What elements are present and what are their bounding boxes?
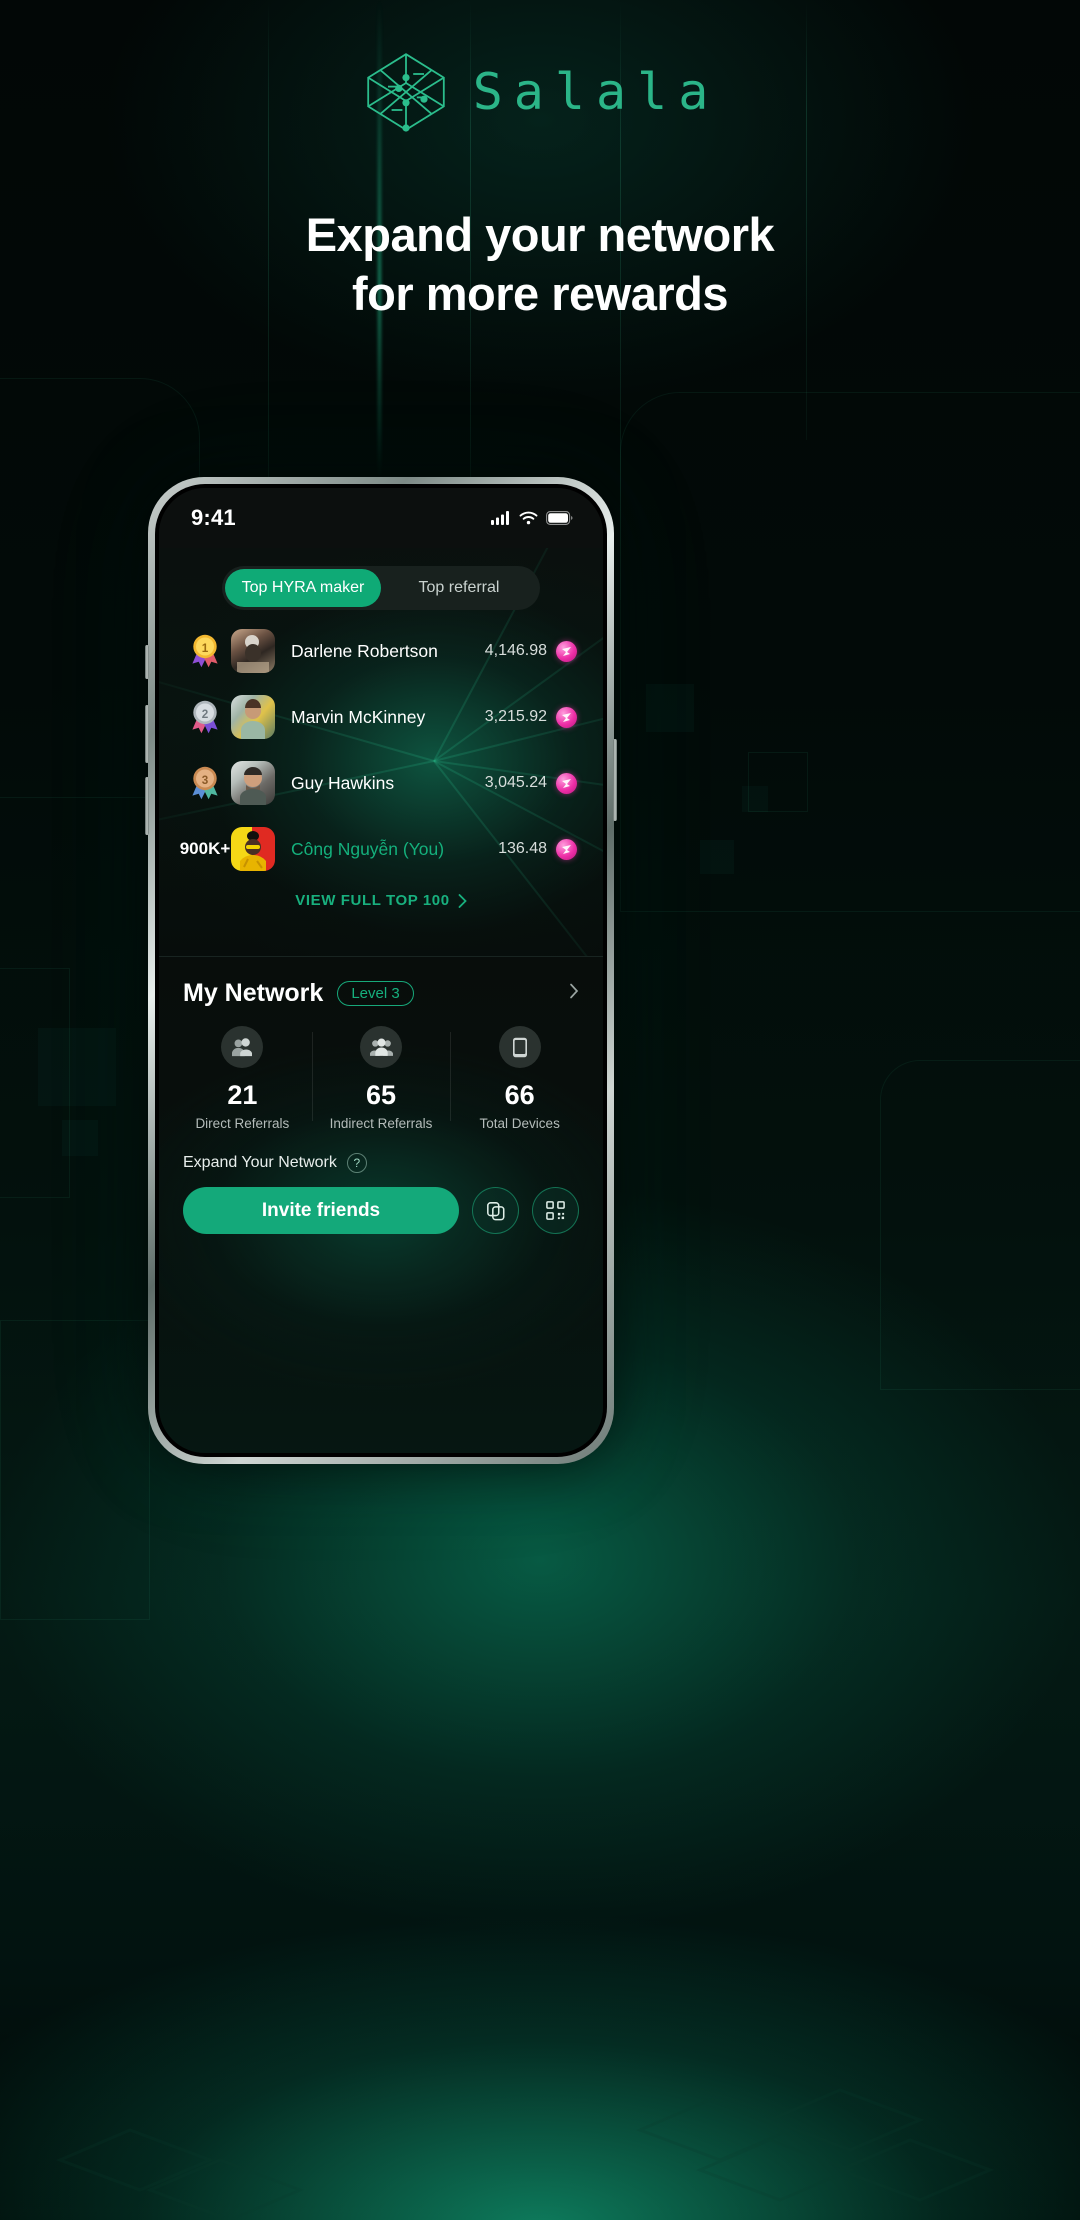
table-row[interactable]: 1 Darlene Robertson 4,146.98 xyxy=(159,618,603,684)
chevron-right-icon xyxy=(458,893,467,908)
promo-page: Salala Expand your network for more rewa… xyxy=(0,0,1080,2220)
leaderboard-tabs[interactable]: Top HYRA maker Top referral xyxy=(222,566,540,610)
bg-shape xyxy=(646,684,694,732)
avatar xyxy=(231,629,275,673)
rank-cell: 1 xyxy=(179,633,231,669)
table-row[interactable]: 3 Guy Hawkins 3,045.24 xyxy=(159,750,603,816)
bg-shape xyxy=(0,1320,150,1620)
bg-circuit-pattern xyxy=(55,2088,995,2220)
bg-shape xyxy=(748,752,808,812)
question-mark-icon[interactable]: ? xyxy=(346,1153,367,1173)
avatar xyxy=(231,761,275,805)
status-badge: Level 3 xyxy=(337,981,414,1006)
copy-link-button[interactable] xyxy=(472,1187,519,1234)
bg-shape xyxy=(700,840,734,874)
rank-cell: 3 xyxy=(179,765,231,801)
page-title: My Network xyxy=(183,979,324,1007)
phone-mockup: 9:41 Top HYRA maker Top referral 1 Darle… xyxy=(145,477,617,1464)
stat-total-devices[interactable]: 66 Total Devices xyxy=(450,1026,589,1131)
stat-label: Direct Referrals xyxy=(195,1116,290,1131)
two-people-icon xyxy=(221,1026,264,1068)
my-network-section: My Network Level 3 21 Direct Referrals 6… xyxy=(159,956,603,1453)
battery-full-icon xyxy=(546,511,573,525)
hyra-coin-icon xyxy=(556,706,577,728)
phone-button-volume-up xyxy=(145,705,149,763)
stat-value: 65 xyxy=(365,1080,397,1110)
player-name: Darlene Robertson xyxy=(291,640,438,661)
invite-actions-row: Invite friends xyxy=(159,1173,603,1234)
bg-shape xyxy=(880,1060,1080,1390)
stat-indirect-referrals[interactable]: 65 Indirect Referrals xyxy=(311,1026,451,1131)
stat-label: Indirect Referrals xyxy=(329,1116,433,1131)
expand-network-row: Expand Your Network ? xyxy=(159,1131,603,1173)
page-headline: Expand your network for more rewards xyxy=(0,206,1080,324)
rank-cell: 2 xyxy=(179,699,231,735)
tab-top-referral[interactable]: Top referral xyxy=(381,569,537,607)
table-row-you[interactable]: 900K+ Công Nguyễn (You) 136.48 xyxy=(159,816,603,882)
phone-button-power xyxy=(613,739,617,821)
rank-cell: 900K+ xyxy=(179,839,231,859)
bg-shape xyxy=(620,392,1080,912)
network-stats: 21 Direct Referrals 65 Indirect Referral… xyxy=(159,1026,603,1131)
device-phone-icon xyxy=(498,1026,541,1068)
brand-header: Salala xyxy=(0,46,1080,138)
player-score: 4,146.98 xyxy=(484,642,547,659)
hyra-coin-icon xyxy=(556,640,577,662)
headline-line-2: for more rewards xyxy=(352,266,728,320)
table-row[interactable]: 2 Marvin McKinney 3,215.92 xyxy=(159,684,603,750)
status-icons xyxy=(491,511,573,525)
expand-network-label: Expand Your Network xyxy=(183,1154,337,1171)
svg-text:1: 1 xyxy=(202,642,209,655)
stat-label: Total Devices xyxy=(479,1116,560,1131)
brand-name: Salala xyxy=(472,63,720,121)
qr-code-icon xyxy=(546,1201,565,1220)
phone-button-mute xyxy=(145,645,149,679)
player-name: Marvin McKinney xyxy=(291,706,426,727)
qr-code-button[interactable] xyxy=(532,1187,579,1234)
phone-button-volume-down xyxy=(145,777,149,835)
signal-bars-icon xyxy=(491,511,509,525)
player-score: 136.48 xyxy=(498,840,547,857)
chevron-right-icon[interactable] xyxy=(569,982,579,1005)
phone-bezel: 9:41 Top HYRA maker Top referral 1 Darle… xyxy=(155,484,607,1457)
bronze-medal-icon: 3 xyxy=(192,766,218,800)
avatar xyxy=(231,827,275,871)
hyra-coin-icon xyxy=(556,838,577,860)
status-bar: 9:41 xyxy=(159,488,603,548)
player-name-you: Công Nguyễn (You) xyxy=(291,838,445,859)
stat-value: 21 xyxy=(227,1080,258,1110)
svg-text:2: 2 xyxy=(202,708,209,721)
tab-top-hyra-maker[interactable]: Top HYRA maker xyxy=(225,569,381,607)
invite-friends-button[interactable]: Invite friends xyxy=(183,1187,459,1234)
gold-medal-icon: 1 xyxy=(192,634,218,668)
network-header[interactable]: My Network Level 3 xyxy=(159,957,603,1008)
avatar xyxy=(231,695,275,739)
wifi-icon xyxy=(519,511,538,525)
bg-shape xyxy=(0,968,70,1198)
headline-line-1: Expand your network xyxy=(305,208,775,261)
status-clock: 9:41 xyxy=(191,505,236,530)
view-full-top-100-label: VIEW FULL TOP 100 xyxy=(295,892,450,909)
silver-medal-icon: 2 xyxy=(192,700,218,734)
phone-screen: 9:41 Top HYRA maker Top referral 1 Darle… xyxy=(159,488,603,1453)
rank-value: 900K+ xyxy=(179,839,231,858)
stat-value: 66 xyxy=(504,1080,535,1110)
player-name: Guy Hawkins xyxy=(291,772,395,793)
leaderboard-section: Top HYRA maker Top referral 1 Darlene Ro… xyxy=(159,548,603,956)
salala-cube-logo-icon xyxy=(366,53,445,132)
player-score: 3,215.92 xyxy=(484,708,547,725)
svg-text:3: 3 xyxy=(202,774,209,787)
player-score: 3,045.24 xyxy=(484,774,547,791)
copy-icon xyxy=(486,1201,504,1220)
group-people-icon xyxy=(360,1026,402,1068)
stat-direct-referrals[interactable]: 21 Direct Referrals xyxy=(173,1026,312,1131)
hyra-coin-icon xyxy=(556,772,577,794)
